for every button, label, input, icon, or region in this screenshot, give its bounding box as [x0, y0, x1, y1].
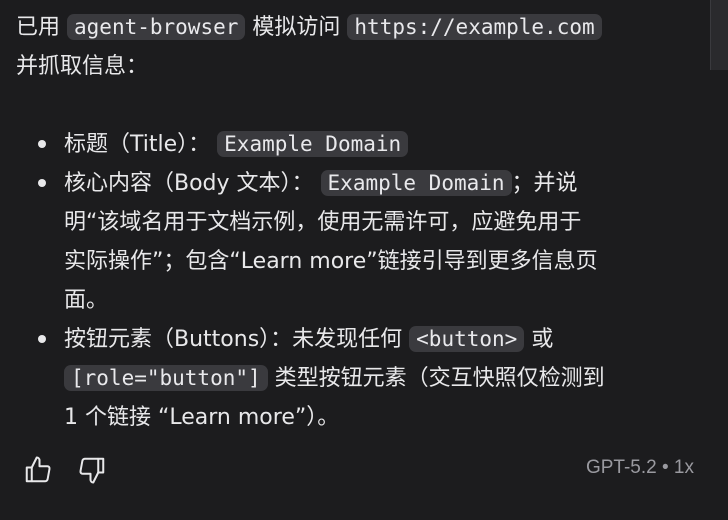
list-item-body: 核心内容（Body 文本）： Example Domain ；并说 明“该域名用于… — [16, 164, 701, 320]
tool-code: agent-browser — [67, 14, 246, 40]
model-meta: GPT-5.2 • 1x — [585, 457, 694, 478]
item-text: 类型按钮元素（交互快照仅检测到 — [274, 366, 605, 391]
bullet — [38, 179, 46, 187]
bullet — [38, 335, 46, 343]
scrollbar[interactable] — [710, 0, 728, 70]
body-code: Example Domain — [320, 170, 512, 196]
item-text: 或 — [531, 327, 554, 352]
findings-list: 标题（Title）： Example Domain 核心内容（Body 文本）：… — [16, 125, 701, 437]
intro-paragraph: 已用 agent-browser 模拟访问 https://example.co… — [16, 8, 701, 86]
message-content: 已用 agent-browser 模拟访问 https://example.co… — [16, 8, 701, 437]
item-text: 面。 — [64, 288, 109, 313]
intro-prefix: 已用 — [16, 15, 61, 40]
button-tag-code: <button> — [409, 326, 525, 352]
list-item-title: 标题（Title）： Example Domain — [16, 125, 701, 164]
thumbs-up-icon — [25, 456, 51, 483]
item-text: ；并说 — [511, 171, 578, 196]
thumbs-down-button[interactable] — [76, 448, 108, 492]
list-item-buttons: 按钮元素（Buttons）：未发现任何 <button> 或 [role="bu… — [16, 320, 701, 437]
item-label: 核心内容（Body 文本）： — [64, 171, 314, 196]
url-code: https://example.com — [347, 14, 602, 40]
message-footer: GPT-5.2 • 1x — [22, 448, 702, 492]
intro-suffix: 并抓取信息： — [16, 54, 149, 79]
item-text: 明“该域名用于文档示例，使用无需许可，应避免用于 — [64, 210, 582, 235]
thumbs-up-button[interactable] — [22, 448, 54, 492]
item-label: 按钮元素（Buttons）：未发现任何 — [64, 327, 403, 352]
role-button-code: [role="button"] — [64, 365, 268, 391]
thumbs-down-icon — [79, 457, 105, 484]
item-label: 标题（Title）： — [64, 132, 211, 157]
item-text: 实际操作”；包含“Learn more”链接引导到更多信息页 — [64, 249, 598, 274]
title-code: Example Domain — [217, 131, 409, 157]
intro-middle: 模拟访问 — [252, 15, 341, 40]
item-text: 1 个链接 “Learn more”）。 — [64, 405, 340, 430]
bullet — [38, 140, 46, 148]
